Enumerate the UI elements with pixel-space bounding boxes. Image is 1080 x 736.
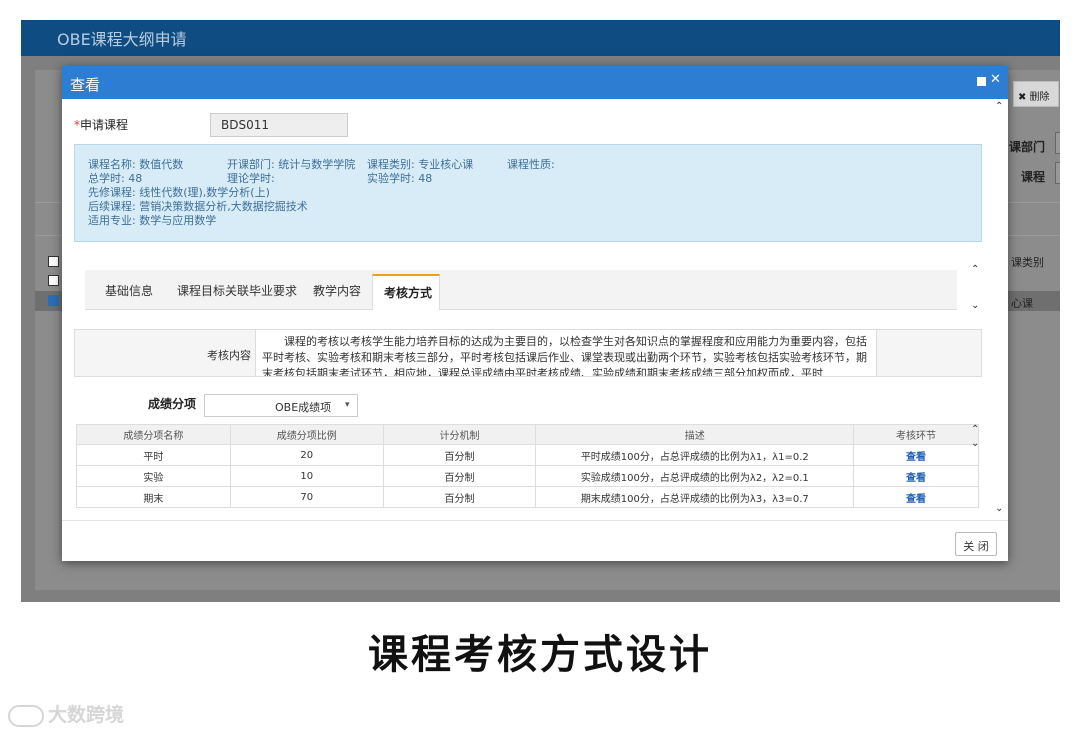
course-name: 课程名称: 数值代数 — [88, 158, 184, 171]
dialog-footer: 关 闭 — [62, 520, 1008, 561]
table-cell: 70 — [229, 486, 384, 508]
course-field-label: *申请课程 — [74, 116, 128, 133]
table-cell: 期末 — [76, 486, 231, 508]
delete-button[interactable]: ✖ 删除 — [1013, 81, 1059, 107]
table-row: 期末 70 百分制 期末成绩100分，占总评成绩的比例为λ3，λ3=0.7 查看 — [76, 486, 979, 508]
brand-logo-icon — [8, 704, 44, 727]
column-header-category: 课类别 — [1011, 256, 1044, 269]
view-link[interactable]: 查看 — [853, 465, 979, 487]
close-icon[interactable]: ✕ — [990, 72, 1001, 87]
tab-bar: 基础信息 课程目标关联毕业要求 教学内容 考核方式 — [85, 270, 957, 310]
assessment-content-text[interactable]: 课程的考核以考核学生能力培养目标的达成为主要目的，以检查学生对各知识点的掌握程度… — [255, 330, 877, 376]
app-header: OBE课程大纲申请 — [21, 20, 1060, 56]
dialog-body: *申请课程 BDS011 课程名称: 数值代数 开课部门: 统计与数学学院 课程… — [62, 99, 1008, 520]
score-items-table: 成绩分项名称 成绩分项比例 计分机制 描述 考核环节 平时 20 百分制 平时成… — [76, 424, 979, 508]
follow-up-courses: 后续课程: 营销决策数据分析,大数据挖掘技术 — [88, 200, 308, 213]
course-info-panel: 课程名称: 数值代数 开课部门: 统计与数学学院 课程类别: 专业核心课 课程性… — [74, 144, 982, 242]
course-department: 开课部门: 统计与数学学院 — [227, 158, 356, 171]
total-hours: 总学时: 48 — [88, 172, 143, 185]
dropdown-arrow-icon: ▾ — [345, 400, 350, 410]
column-header: 考核环节 — [853, 424, 979, 445]
filter-label-department: 课部门 — [1009, 140, 1046, 154]
table-cell: 百分制 — [382, 444, 537, 466]
table-cell: 实验成绩100分，占总评成绩的比例为λ2，λ2=0.1 — [535, 465, 855, 487]
column-header: 成绩分项名称 — [76, 424, 231, 445]
view-link[interactable]: 查看 — [853, 444, 979, 466]
view-dialog: 查看 ✕ *申请课程 BDS011 课程名称: 数值代数 开课部门: 统计与数学… — [62, 66, 1008, 561]
chevron-down-icon[interactable]: ⌄ — [971, 300, 979, 311]
course-filter-input[interactable] — [1055, 162, 1060, 184]
table-row: 平时 20 百分制 平时成绩100分，占总评成绩的比例为λ1，λ1=0.2 查看 — [76, 444, 979, 466]
tab-assessment[interactable]: 考核方式 — [372, 274, 440, 310]
chevron-up-icon[interactable]: ⌃ — [995, 101, 1003, 112]
table-cell: 平时成绩100分，占总评成绩的比例为λ1，λ1=0.2 — [535, 444, 855, 466]
table-cell: 实验 — [76, 465, 231, 487]
watermark: 大数跨境 — [8, 700, 124, 727]
watermark-text: 大数跨境 — [48, 704, 125, 726]
assessment-content-label: 考核内容 — [207, 349, 251, 362]
course-code-field[interactable]: BDS011 — [210, 113, 348, 137]
table-row: 实验 10 百分制 实验成绩100分，占总评成绩的比例为λ2，λ2=0.1 查看 — [76, 465, 979, 487]
close-button[interactable]: 关 闭 — [955, 532, 997, 556]
lab-hours: 实验学时: 48 — [367, 172, 433, 185]
course-category: 课程类别: 专业核心课 — [367, 158, 474, 171]
dialog-title: 查看 — [70, 76, 101, 94]
table-header-row: 成绩分项名称 成绩分项比例 计分机制 描述 考核环节 — [76, 424, 979, 445]
table-cell-category: 心课 — [1011, 297, 1033, 310]
table-cell: 10 — [229, 465, 384, 487]
table-scroller[interactable]: ⌃ ⌄ — [968, 424, 982, 454]
tab-basic-info[interactable]: 基础信息 — [105, 282, 153, 299]
filter-label-course: 课程 — [1021, 170, 1046, 184]
row-checkbox[interactable] — [48, 275, 59, 286]
course-nature: 课程性质: — [507, 158, 555, 171]
tab-objectives[interactable]: 课程目标关联毕业要求 — [177, 282, 297, 299]
dialog-header: 查看 ✕ — [62, 66, 1008, 99]
tab-teaching-content[interactable]: 教学内容 — [313, 282, 361, 299]
chevron-down-icon[interactable]: ⌄ — [971, 438, 979, 449]
tab-scroller[interactable]: ⌃ ⌄ — [968, 262, 982, 318]
chevron-down-icon[interactable]: ⌄ — [995, 503, 1003, 514]
table-cell: 百分制 — [382, 486, 537, 508]
page-caption: 课程考核方式设计 — [368, 632, 712, 678]
table-cell: 20 — [229, 444, 384, 466]
applicable-majors: 适用专业: 数学与应用数学 — [88, 214, 217, 227]
app-title: OBE课程大纲申请 — [57, 30, 187, 49]
column-header: 描述 — [535, 424, 855, 445]
score-split-value: OBE成绩项 — [275, 401, 332, 414]
department-filter-input[interactable] — [1055, 132, 1060, 154]
row-checkbox-checked[interactable] — [48, 295, 59, 306]
column-header: 成绩分项比例 — [229, 424, 384, 445]
row-checkbox[interactable] — [48, 256, 59, 267]
theory-hours: 理论学时: — [227, 172, 275, 185]
score-split-select[interactable]: OBE成绩项 ▾ — [204, 394, 358, 417]
chevron-up-icon[interactable]: ⌃ — [971, 424, 979, 435]
dialog-scrollbar[interactable]: ⌃ ⌄ — [992, 99, 1008, 520]
table-cell: 平时 — [76, 444, 231, 466]
table-cell: 百分制 — [382, 465, 537, 487]
maximize-icon[interactable] — [977, 77, 986, 86]
view-link[interactable]: 查看 — [853, 486, 979, 508]
course-label-text: 申请课程 — [80, 118, 129, 132]
table-cell: 期末成绩100分，占总评成绩的比例为λ3，λ3=0.7 — [535, 486, 855, 508]
prerequisite-courses: 先修课程: 线性代数(理),数学分析(上) — [88, 186, 270, 199]
chevron-up-icon[interactable]: ⌃ — [971, 264, 979, 275]
column-header: 计分机制 — [382, 424, 537, 445]
assessment-content-row: 考核内容 课程的考核以考核学生能力培养目标的达成为主要目的，以检查学生对各知识点… — [74, 329, 982, 377]
score-split-label: 成绩分项 — [148, 397, 197, 411]
